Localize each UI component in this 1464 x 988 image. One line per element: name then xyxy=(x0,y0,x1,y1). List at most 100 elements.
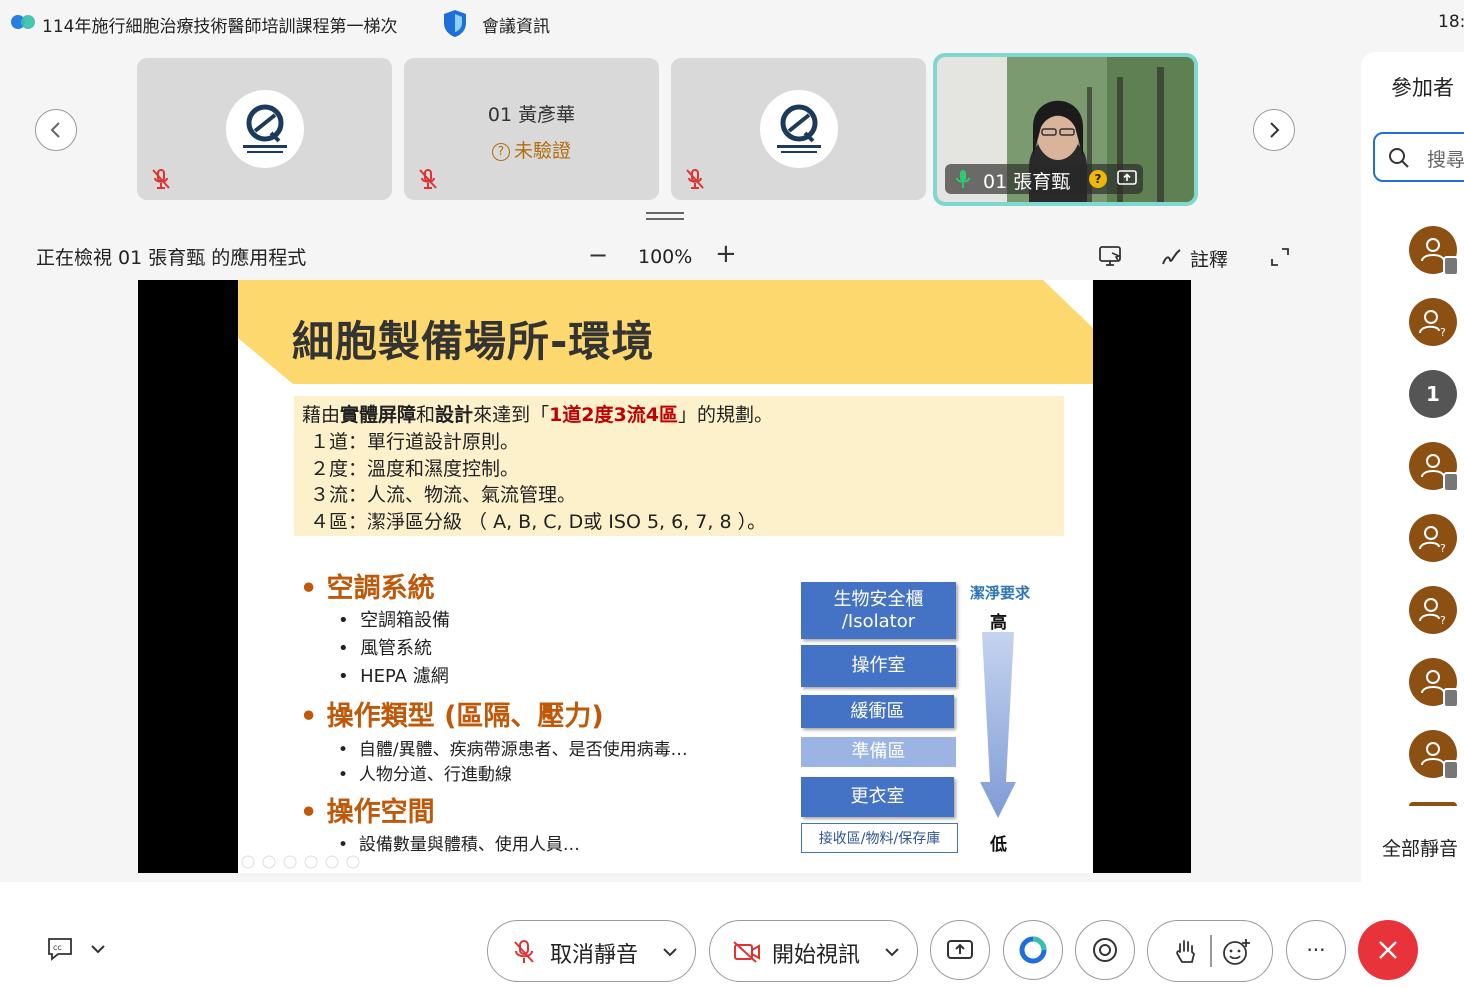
section-item: • 人物分道、行進動線 xyxy=(338,765,512,785)
svg-text:?: ? xyxy=(1440,542,1446,555)
intro-line: １道：單行道設計原則。 xyxy=(310,431,520,453)
zoom-out-button[interactable]: − xyxy=(588,243,608,267)
viewing-application-label: 正在檢視 01 張育甄 的應用程式 xyxy=(36,247,307,269)
intro-highlight: 1道2度3流4區 xyxy=(549,404,678,426)
reactions-button[interactable] xyxy=(1147,920,1273,982)
microphone-muted-icon xyxy=(419,169,437,189)
remote-control-icon[interactable] xyxy=(1098,245,1124,267)
title-bar: 114年施行細胞治療技術醫師培訓課程第一梯次 會議資訊 18:0 xyxy=(0,0,1464,46)
mobile-device-icon xyxy=(1443,688,1459,708)
leave-meeting-button[interactable] xyxy=(1358,920,1418,980)
cleanliness-high-label: 高 xyxy=(990,613,1007,633)
intro-text: 設計 xyxy=(435,404,474,426)
section-item: • HEPA 濾網 xyxy=(338,666,449,687)
clock: 18:0 xyxy=(1438,12,1464,32)
more-options-button[interactable]: ··· xyxy=(1286,920,1346,980)
record-button[interactable] xyxy=(1075,920,1135,980)
section-heading-text: 操作類型 (區隔、壓力) xyxy=(326,701,604,732)
share-content-button[interactable] xyxy=(930,920,990,980)
intro-text: 藉由 xyxy=(302,404,341,426)
section-item: • 設備數量與體積、使用人員… xyxy=(338,835,580,855)
record-icon xyxy=(1093,938,1117,962)
participant-tile[interactable]: 01 黃彥華 ? 未驗證 xyxy=(404,58,659,200)
meeting-controls-bar: cc 取消靜音 開始視訊 ··· xyxy=(0,882,1464,988)
section-item-text: 空調箱設備 xyxy=(360,610,451,631)
section-heading-text: 空調系統 xyxy=(326,573,435,604)
ai-assistant-icon xyxy=(1019,936,1047,964)
slide-toolbar[interactable] xyxy=(240,854,370,870)
mobile-device-icon xyxy=(1443,256,1459,276)
intro-text: 來達到「 xyxy=(473,404,550,426)
unverified-status: ? 未驗證 xyxy=(404,136,659,163)
section-item-text: HEPA 濾網 xyxy=(360,666,449,687)
section-item: • 風管系統 xyxy=(338,638,433,659)
fullscreen-icon[interactable] xyxy=(1270,247,1290,267)
raise-hand-icon xyxy=(1176,940,1195,963)
microphone-muted-icon xyxy=(514,940,534,963)
zone-changing-room: 更衣室 xyxy=(801,777,954,817)
annotate-label: 註釋 xyxy=(1190,249,1229,271)
chevron-right-icon xyxy=(1270,122,1280,138)
resize-handle[interactable] xyxy=(646,210,684,222)
chevron-left-icon xyxy=(50,122,60,138)
active-speaker-video-tile[interactable]: 01 張育甄 ? xyxy=(933,53,1198,206)
unmute-button[interactable]: 取消靜音 xyxy=(487,920,696,982)
next-page-button[interactable] xyxy=(1253,109,1295,151)
participant-avatar-partial xyxy=(1409,802,1457,806)
participant-avatar[interactable]: ? xyxy=(1409,586,1457,634)
video-off-icon xyxy=(733,941,760,963)
participant-tile[interactable] xyxy=(671,58,926,200)
share-screen-icon xyxy=(1117,170,1137,185)
intro-line: 藉由實體屏障和設計來達到「1道2度3流4區」的規劃。 xyxy=(302,400,773,427)
mobile-device-icon xyxy=(1443,760,1459,780)
participant-count-number: 1 xyxy=(1426,382,1440,406)
svg-text:?: ? xyxy=(1440,614,1446,627)
shield-icon[interactable] xyxy=(442,8,468,38)
organization-logo xyxy=(225,90,304,168)
participant-avatar[interactable]: ? xyxy=(1409,298,1457,346)
intro-text: 和 xyxy=(416,404,436,426)
intro-line: ４區：潔淨區分級 （ A, B, C, D或 ISO 5, 6, 7, 8 ）。 xyxy=(310,511,767,533)
intro-text: 」的規劃。 xyxy=(677,404,773,426)
participant-avatar[interactable]: ? xyxy=(1409,514,1457,562)
svg-text:?: ? xyxy=(1440,326,1446,339)
microphone-active-icon xyxy=(956,170,970,188)
participant-name: 01 黃彥華 xyxy=(487,104,576,126)
ai-assistant-button[interactable] xyxy=(1003,920,1063,980)
intro-line: ３流：人流、物流、氣流管理。 xyxy=(310,484,577,506)
organization-logo xyxy=(759,90,838,168)
microphone-muted-icon xyxy=(152,169,170,189)
close-icon xyxy=(1379,941,1397,959)
section-item-text: 自體/異體、疾病帶源患者、是否使用病毒… xyxy=(358,740,688,760)
zone-operation-room: 操作室 xyxy=(801,645,956,687)
section-item-text: 設備數量與體積、使用人員… xyxy=(358,835,580,855)
intro-line: ２度：溫度和濕度控制。 xyxy=(310,458,520,480)
question-circle-icon: ? xyxy=(491,143,510,161)
previous-page-button[interactable] xyxy=(35,109,77,151)
cleanliness-requirement-label: 潔淨要求 xyxy=(970,584,1031,602)
section-item: • 空調箱設備 xyxy=(338,610,451,631)
participant-search-input[interactable]: 搜尋 xyxy=(1373,132,1464,182)
shared-content-area: 細胞製備場所-環境 藉由實體屏障和設計來達到「1道2度3流4區」的規劃。 １道：… xyxy=(138,280,1191,873)
start-video-button[interactable]: 開始視訊 xyxy=(709,920,918,982)
mobile-device-icon xyxy=(1443,472,1459,492)
section-heading-text: 操作空間 xyxy=(326,797,435,828)
captions-button[interactable]: cc xyxy=(46,936,112,966)
question-circle-icon: ? xyxy=(1089,170,1107,188)
divider xyxy=(1210,935,1212,967)
zoom-in-button[interactable]: + xyxy=(715,241,737,267)
participant-tile[interactable] xyxy=(137,58,392,200)
participants-panel: 參加者 搜尋 ? 1 ? ? xyxy=(1361,52,1464,882)
unmute-label: 取消靜音 xyxy=(550,943,639,968)
zone-buffer: 緩衝區 xyxy=(801,695,954,728)
emoji-reaction-icon xyxy=(1223,939,1250,965)
meeting-title: 114年施行細胞治療技術醫師培訓課程第一梯次 xyxy=(42,17,398,37)
section-item-text: 人物分道、行進動線 xyxy=(358,765,512,785)
mute-all-button[interactable]: 全部靜音 xyxy=(1382,834,1458,861)
participant-avatar-numbered[interactable]: 1 xyxy=(1409,370,1457,418)
more-icon: ··· xyxy=(1306,938,1326,962)
section-item-text: 風管系統 xyxy=(360,638,433,659)
pen-icon xyxy=(1162,249,1181,265)
chevron-down-icon xyxy=(885,948,899,957)
meeting-info-link[interactable]: 會議資訊 xyxy=(482,12,550,37)
